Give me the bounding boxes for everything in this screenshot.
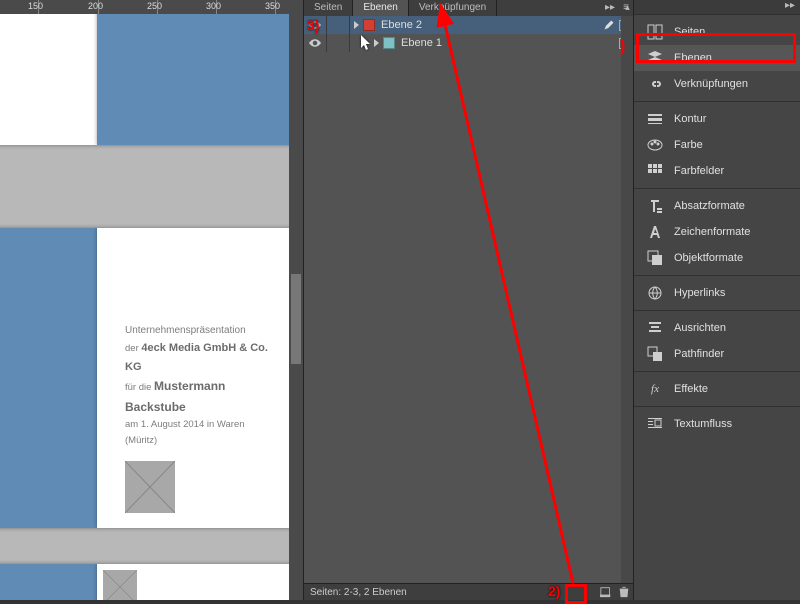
hyperlinks-icon bbox=[646, 284, 664, 302]
dock-group-hyperlinks: Hyperlinks bbox=[634, 275, 800, 310]
dock-group-color: Kontur Farbe Farbfelder bbox=[634, 101, 800, 188]
expand-toggle[interactable] bbox=[354, 21, 359, 29]
ruler-tick: 200 bbox=[88, 1, 103, 11]
lock-toggle[interactable] bbox=[327, 16, 350, 34]
dock-group-effects: fx Effekte bbox=[634, 371, 800, 406]
doc-line-4: am 1. August 2014 in Waren (Müritz) bbox=[125, 417, 269, 449]
layer-color-chip bbox=[383, 37, 395, 49]
ruler-tick: 350 bbox=[265, 1, 280, 11]
swatches-icon bbox=[646, 162, 664, 180]
doc-line-1: Unternehmenspräsentation bbox=[125, 322, 269, 339]
dock-group-formats: Absatzformate Zeichenformate Objektforma… bbox=[634, 188, 800, 275]
tab-seiten[interactable]: Seiten bbox=[304, 0, 353, 16]
spread-3 bbox=[0, 564, 297, 600]
dock-item-kontur[interactable]: Kontur bbox=[634, 106, 800, 132]
trash-icon[interactable] bbox=[618, 586, 630, 598]
collapse-panel-icon[interactable]: ▸▸ bbox=[604, 1, 616, 13]
annotation-highlight-ebenen bbox=[636, 33, 796, 63]
tab-verknuepfungen[interactable]: Verknüpfungen bbox=[409, 0, 497, 16]
layer-list: Ebene 2 Ebene 1 bbox=[304, 16, 634, 583]
spread-1: Handout bbox=[0, 0, 297, 145]
layer-color-chip bbox=[363, 19, 375, 31]
panel-tab-bar: Seiten Ebenen Verknüpfungen ▸▸ ≡ bbox=[304, 0, 634, 16]
dock-item-label: Farbfelder bbox=[674, 165, 724, 177]
scrollbar-thumb[interactable] bbox=[291, 274, 301, 364]
layer-name[interactable]: Ebene 1 bbox=[401, 37, 619, 49]
ruler-tick: 250 bbox=[147, 1, 162, 11]
dock-item-objektformate[interactable]: Objektformate bbox=[634, 245, 800, 271]
ruler-tick: 300 bbox=[206, 1, 221, 11]
dock-item-verknuepfungen[interactable]: Verknüpfungen bbox=[634, 71, 800, 97]
expand-toggle[interactable] bbox=[374, 39, 379, 47]
dock-item-ausrichten[interactable]: Ausrichten bbox=[634, 315, 800, 341]
layer-row-ebene-2[interactable]: Ebene 2 bbox=[304, 16, 634, 34]
object-styles-icon bbox=[646, 249, 664, 267]
document-canvas[interactable]: 150 200 250 300 350 Handout Unternehmens… bbox=[0, 0, 303, 600]
dock-group-wrap: Textumfluss bbox=[634, 406, 800, 441]
layer-name[interactable]: Ebene 2 bbox=[381, 19, 603, 31]
paragraph-styles-icon bbox=[646, 197, 664, 215]
horizontal-ruler[interactable]: 150 200 250 300 350 bbox=[0, 0, 303, 14]
stroke-icon bbox=[646, 110, 664, 128]
text-wrap-icon bbox=[646, 415, 664, 433]
dock-item-label: Zeichenformate bbox=[674, 226, 750, 238]
spread-2: Unternehmenspräsentation der 4eck Media … bbox=[0, 228, 297, 528]
dock-item-zeichenformate[interactable]: Zeichenformate bbox=[634, 219, 800, 245]
dock-collapse-icon[interactable]: ▸▸ bbox=[634, 0, 800, 14]
annotation-highlight-newlayer bbox=[565, 584, 587, 604]
dock-item-textumfluss[interactable]: Textumfluss bbox=[634, 411, 800, 437]
page-1-right[interactable]: Handout bbox=[97, 0, 297, 145]
effects-icon: fx bbox=[646, 380, 664, 398]
doc-line-3: für die Mustermann Backstube bbox=[125, 376, 269, 417]
ruler-tick: 150 bbox=[28, 1, 43, 11]
character-styles-icon bbox=[646, 223, 664, 241]
dock-item-pathfinder[interactable]: Pathfinder bbox=[634, 341, 800, 367]
dock-item-label: Ausrichten bbox=[674, 322, 726, 334]
annotation-paren-1: ) bbox=[620, 38, 625, 56]
dock-item-farbe[interactable]: Farbe bbox=[634, 132, 800, 158]
dock-item-label: Effekte bbox=[674, 383, 708, 395]
new-layer-icon[interactable] bbox=[600, 586, 612, 598]
layers-panel: Seiten Ebenen Verknüpfungen ▸▸ ≡ Ebene 2 bbox=[303, 0, 634, 600]
dock-group-align: Ausrichten Pathfinder bbox=[634, 310, 800, 371]
dock-item-label: Hyperlinks bbox=[674, 287, 725, 299]
tab-ebenen[interactable]: Ebenen bbox=[353, 0, 408, 16]
page-3-left[interactable] bbox=[0, 564, 97, 600]
image-placeholder[interactable] bbox=[103, 570, 137, 600]
dock-item-effekte[interactable]: fx Effekte bbox=[634, 376, 800, 402]
dock-item-farbfelder[interactable]: Farbfelder bbox=[634, 158, 800, 184]
links-icon bbox=[646, 75, 664, 93]
dock-item-label: Objektformate bbox=[674, 252, 743, 264]
dock-item-absatzformate[interactable]: Absatzformate bbox=[634, 193, 800, 219]
dock-item-label: Absatzformate bbox=[674, 200, 745, 212]
dock-item-label: Kontur bbox=[674, 113, 706, 125]
eye-icon bbox=[309, 39, 321, 47]
align-icon bbox=[646, 319, 664, 337]
annotation-marker-2: 2) bbox=[548, 583, 560, 599]
page-1-left[interactable] bbox=[0, 0, 97, 145]
image-placeholder[interactable] bbox=[125, 461, 175, 513]
panel-status-text: Seiten: 2-3, 2 Ebenen bbox=[310, 587, 407, 598]
page-2-left[interactable] bbox=[0, 228, 97, 528]
right-dock: ▸▸ Seiten Ebenen Verknüpfungen Kontur bbox=[633, 0, 800, 600]
doc-line-2: der 4eck Media GmbH & Co. KG bbox=[125, 339, 269, 376]
page-3-right[interactable] bbox=[97, 564, 297, 600]
visibility-toggle[interactable] bbox=[304, 34, 327, 52]
canvas-scrollbar[interactable] bbox=[289, 14, 303, 600]
layer-row-ebene-1[interactable]: Ebene 1 bbox=[304, 34, 634, 52]
annotation-marker-3: 3) bbox=[307, 17, 319, 33]
dock-item-label: Textumfluss bbox=[674, 418, 732, 430]
dock-item-label: Pathfinder bbox=[674, 348, 724, 360]
dock-item-label: Farbe bbox=[674, 139, 703, 151]
page-2-right[interactable]: Unternehmenspräsentation der 4eck Media … bbox=[97, 228, 297, 528]
dock-item-hyperlinks[interactable]: Hyperlinks bbox=[634, 280, 800, 306]
lock-toggle[interactable] bbox=[327, 34, 350, 52]
pathfinder-icon bbox=[646, 345, 664, 363]
cursor-pointer-icon bbox=[361, 35, 373, 51]
dock-item-label: Verknüpfungen bbox=[674, 78, 748, 90]
pen-icon bbox=[603, 19, 615, 31]
color-icon bbox=[646, 136, 664, 154]
